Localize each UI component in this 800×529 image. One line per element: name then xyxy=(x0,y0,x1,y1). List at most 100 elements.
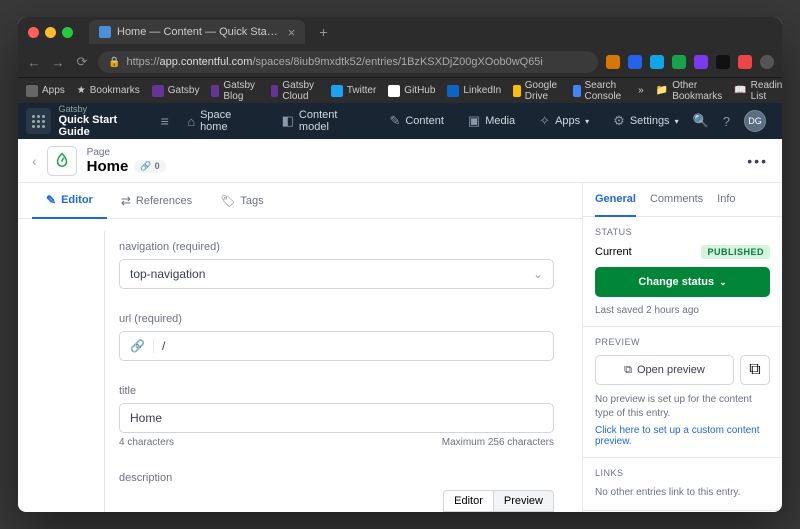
nav-apps[interactable]: ✧Apps ▾ xyxy=(529,103,599,139)
nav-content-model[interactable]: ◧Content model xyxy=(272,103,376,139)
field-navigation: navigation (required) top-navigation ⌄ xyxy=(104,231,582,303)
copy-preview-icon[interactable]: ⧉ xyxy=(740,355,770,385)
gear-icon: ⚙ xyxy=(613,113,625,129)
space-name[interactable]: Gatsby Quick Start Guide xyxy=(59,104,147,138)
app-launcher-icon[interactable] xyxy=(26,108,51,134)
preview-setup-link[interactable]: Click here to set up a custom content pr… xyxy=(595,425,770,447)
home-icon: ⌂ xyxy=(187,114,195,129)
extension-icon[interactable] xyxy=(760,55,774,69)
sidebar-tab-general[interactable]: General xyxy=(595,183,636,217)
section-heading: LINKS xyxy=(595,468,770,478)
chevron-down-icon: ⌄ xyxy=(719,277,727,288)
field-title: title Home 4 characters Maximum 256 char… xyxy=(104,375,582,462)
tab-tags[interactable]: 🏷Tags xyxy=(206,183,277,218)
bookmark-item[interactable]: Google Drive xyxy=(513,80,561,102)
hamburger-icon[interactable]: ≡ xyxy=(156,113,173,129)
bookmark-item[interactable]: 📁 Other Bookmarks xyxy=(656,80,722,102)
nav-content[interactable]: ✎Content xyxy=(379,103,453,139)
field-url: url (required) 🔗 / xyxy=(104,303,582,375)
editor-tabs: ✎Editor ⇄References 🏷Tags xyxy=(18,183,582,219)
bookmark-item[interactable]: Apps xyxy=(26,85,65,97)
extension-icon[interactable] xyxy=(672,55,686,69)
url-host: app.contentful.com xyxy=(159,56,252,68)
extension-icon[interactable] xyxy=(628,55,642,69)
bookmark-item[interactable]: Gatsby Cloud xyxy=(271,80,319,102)
bookmark-item[interactable]: Gatsby xyxy=(152,85,200,97)
extension-row xyxy=(606,55,774,69)
app-navbar: Gatsby Quick Start Guide ≡ ⌂Space home ◧… xyxy=(18,103,782,139)
more-actions-icon[interactable]: ••• xyxy=(747,153,768,169)
bookmark-item[interactable]: LinkedIn xyxy=(447,85,501,97)
sidebar-tabs: General Comments Info xyxy=(583,183,782,217)
nav-space-home[interactable]: ⌂Space home xyxy=(177,103,267,139)
sidebar-tab-comments[interactable]: Comments xyxy=(650,183,703,216)
extension-icon[interactable] xyxy=(650,55,664,69)
extension-icon[interactable] xyxy=(738,55,752,69)
entry-title: Home xyxy=(87,158,129,175)
title-input[interactable]: Home xyxy=(119,403,554,433)
bookmark-item[interactable]: Search Console xyxy=(573,80,626,102)
entry-header: ‹ Page Home 🔗0 ••• xyxy=(18,139,782,183)
chevron-down-icon: ⌄ xyxy=(533,267,543,281)
image-icon: ▣ xyxy=(468,113,480,129)
navigation-select[interactable]: top-navigation ⌄ xyxy=(119,259,554,289)
external-icon: ⧉ xyxy=(624,364,632,377)
bookmark-overflow-icon[interactable]: » xyxy=(638,85,644,96)
bookmark-item[interactable]: Gatsby Blog xyxy=(211,80,259,102)
reload-icon[interactable]: ⟳ xyxy=(74,54,90,70)
pencil-icon: ✎ xyxy=(389,113,400,129)
fields-container: navigation (required) top-navigation ⌄ u… xyxy=(18,219,582,512)
url-bar: ← → ⟳ 🔒 https://app.contentful.com/space… xyxy=(18,47,782,77)
search-icon[interactable]: 🔍 xyxy=(693,113,709,129)
url-input[interactable]: 🔗 / xyxy=(119,331,554,361)
browser-window: Home — Content — Quick Sta… × + ← → ⟳ 🔒 … xyxy=(18,17,782,512)
close-tab-icon[interactable]: × xyxy=(288,25,296,40)
lock-icon: 🔒 xyxy=(108,57,120,68)
bookmark-item[interactable]: GitHub xyxy=(388,85,435,97)
forward-icon[interactable]: → xyxy=(50,55,66,70)
field-description: description Editor Preview H B I ❝ ☰ ≣ xyxy=(104,462,582,512)
open-preview-button[interactable]: ⧉Open preview xyxy=(595,355,734,385)
tab-references[interactable]: ⇄References xyxy=(107,183,206,218)
bookmark-item[interactable]: Twitter xyxy=(331,85,376,97)
main-panel: ✎Editor ⇄References 🏷Tags navigation (re… xyxy=(18,183,582,512)
bookmark-item[interactable]: 📖 Reading List xyxy=(734,80,782,102)
avatar[interactable]: DG xyxy=(744,110,766,132)
extension-icon[interactable] xyxy=(694,55,708,69)
tab-editor[interactable]: ✎Editor xyxy=(32,183,107,219)
nav-settings[interactable]: ⚙Settings ▾ xyxy=(603,103,688,139)
extension-icon[interactable] xyxy=(606,55,620,69)
status-label: Current xyxy=(595,246,632,258)
nav-media[interactable]: ▣Media xyxy=(458,103,525,139)
traffic-close[interactable] xyxy=(28,27,39,38)
rte-tab-editor[interactable]: Editor xyxy=(443,490,493,512)
status-section: STATUS Current PUBLISHED Change status⌄ … xyxy=(583,217,782,327)
field-label: description xyxy=(119,472,554,484)
link-icon: 🔗 xyxy=(130,339,154,353)
link-icon: 🔗 xyxy=(140,161,151,172)
puzzle-icon: ✧ xyxy=(539,113,550,129)
field-label: navigation (required) xyxy=(119,241,554,253)
sidebar-tab-info[interactable]: Info xyxy=(717,183,735,216)
change-status-button[interactable]: Change status⌄ xyxy=(595,267,770,297)
traffic-minimize[interactable] xyxy=(45,27,56,38)
references-icon: ⇄ xyxy=(121,194,131,208)
content-type-label: Page xyxy=(87,147,166,158)
browser-tab[interactable]: Home — Content — Quick Sta… × xyxy=(89,20,305,44)
back-button-icon[interactable]: ‹ xyxy=(32,153,37,169)
links-note: No other entries link to this entry. xyxy=(595,486,770,500)
incoming-links-badge[interactable]: 🔗0 xyxy=(134,160,165,173)
preview-note: No preview is set up for the content typ… xyxy=(595,393,770,421)
help-icon[interactable]: ? xyxy=(723,114,730,129)
rte-tab-preview[interactable]: Preview xyxy=(493,490,554,512)
preview-section: PREVIEW ⧉Open preview ⧉ No preview is se… xyxy=(583,327,782,458)
extension-icon[interactable] xyxy=(716,55,730,69)
field-label: title xyxy=(119,385,554,397)
field-label: url (required) xyxy=(119,313,554,325)
back-icon[interactable]: ← xyxy=(26,55,42,70)
traffic-zoom[interactable] xyxy=(62,27,73,38)
status-badge: PUBLISHED xyxy=(701,245,770,259)
bookmark-item[interactable]: ★ Bookmarks xyxy=(77,85,140,96)
new-tab-icon[interactable]: + xyxy=(319,24,327,40)
url-input[interactable]: 🔒 https://app.contentful.com/spaces/8iub… xyxy=(98,51,598,73)
